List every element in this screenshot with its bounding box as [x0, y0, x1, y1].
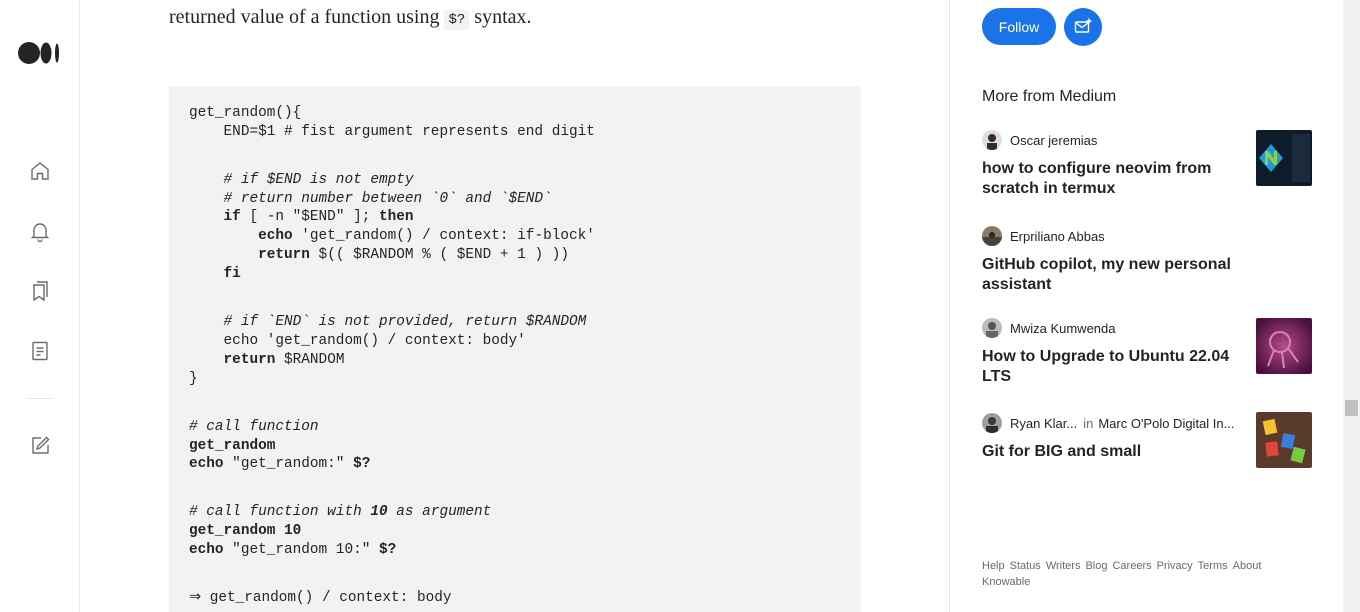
code-line: # call function	[189, 419, 319, 435]
publication-name[interactable]: Marc O'Polo Digital In...	[1098, 416, 1234, 431]
keyword: if	[223, 209, 241, 225]
code-line: get_random 10	[189, 523, 302, 539]
article-paragraph: returned value of a function using $? sy…	[169, 6, 532, 30]
code-line: # call function with 10 as argument	[189, 503, 491, 522]
keyword: echo	[189, 542, 224, 558]
author-row: Erpriliano Abbas	[982, 226, 1312, 246]
keyword: fi	[223, 266, 241, 282]
code-line: # if `END` is not provided, return $RAND…	[189, 314, 587, 330]
comment: # call function with	[189, 504, 371, 520]
footer-links: Help Status Writers Blog Careers Privacy Terms…	[982, 558, 1292, 590]
subscribe-mail-icon	[1074, 18, 1092, 33]
code-block: get_random(){ END=$1 # fist argument rep…	[169, 86, 861, 612]
bookmarks-icon[interactable]	[28, 279, 52, 303]
footer-link-status[interactable]: Status	[1010, 560, 1041, 572]
footer-link-help[interactable]: Help	[982, 560, 1005, 572]
author-name[interactable]: Oscar jeremias	[1010, 133, 1097, 148]
author-name[interactable]: Erpriliano Abbas	[1010, 229, 1105, 244]
in-label: in	[1083, 415, 1094, 431]
comment: as argument	[387, 504, 492, 520]
code-text: "get_random:"	[223, 456, 354, 472]
story-thumbnail[interactable]	[1256, 412, 1312, 468]
code-line: }	[189, 371, 198, 387]
avatar	[982, 130, 1002, 150]
story-thumbnail[interactable]	[1256, 130, 1312, 186]
follow-button[interactable]: Follow	[982, 8, 1056, 45]
stories-icon[interactable]	[28, 339, 52, 363]
code-line: echo 'get_random() / context: if-block'	[189, 227, 595, 246]
code-text: $RANDOM	[275, 352, 345, 368]
left-nav-rail	[0, 0, 80, 612]
code-line: ⇒ get_random() / context: body	[189, 590, 452, 606]
keyword: then	[379, 209, 414, 225]
footer-link-terms[interactable]: Terms	[1198, 560, 1228, 572]
keyword: return	[223, 352, 276, 368]
more-from-medium-heading: More from Medium	[982, 88, 1117, 105]
story-card[interactable]: Mwiza Kumwenda How to Upgrade to Ubuntu …	[982, 318, 1312, 387]
home-icon[interactable]	[28, 159, 52, 183]
code-line: END=$1 # fist argument represents end di…	[189, 124, 595, 140]
avatar	[982, 318, 1002, 338]
footer-link-privacy[interactable]: Privacy	[1157, 560, 1193, 572]
scrollbar-thumb[interactable]	[1345, 400, 1358, 416]
inline-code: $?	[444, 10, 470, 30]
code-text: "get_random 10:"	[223, 542, 379, 558]
story-thumbnail[interactable]	[1256, 318, 1312, 374]
author-name[interactable]: Ryan Klar...	[1010, 416, 1077, 431]
keyword: echo	[258, 228, 293, 244]
keyword: return	[258, 247, 310, 263]
bell-icon[interactable]	[28, 219, 52, 243]
code-line: echo "get_random 10:" $?	[189, 541, 396, 560]
code-line: return $(( $RANDOM % ( $END + 1 ) ))	[189, 246, 569, 265]
code-line: return $RANDOM	[189, 351, 345, 370]
subscribe-button[interactable]	[1064, 8, 1102, 46]
code-text: [ -n "$END" ];	[240, 209, 380, 225]
footer-link-blog[interactable]: Blog	[1085, 560, 1107, 572]
page-scrollbar[interactable]	[1343, 0, 1360, 612]
story-title[interactable]: Git for BIG and small	[982, 442, 1232, 462]
code-text: 'get_random() / context: if-block'	[292, 228, 595, 244]
keyword: $?	[379, 542, 397, 558]
story-title[interactable]: how to configure neovim from scratch in …	[982, 159, 1232, 199]
footer-link-knowable[interactable]: Knowable	[982, 576, 1030, 588]
story-card[interactable]: Oscar jeremias how to configure neovim f…	[982, 130, 1312, 199]
paragraph-text: syntax.	[469, 6, 532, 28]
footer-link-careers[interactable]: Careers	[1112, 560, 1151, 572]
code-line: # if $END is not empty	[189, 172, 414, 188]
story-card[interactable]: Ryan Klar... in Marc O'Polo Digital In..…	[982, 412, 1312, 468]
keyword: $?	[353, 456, 371, 472]
footer-link-writers[interactable]: Writers	[1046, 560, 1081, 572]
code-line: echo "get_random:" $?	[189, 455, 370, 474]
code-text: $(( $RANDOM % ( $END + 1 ) ))	[309, 247, 569, 263]
comment-number: 10	[370, 504, 388, 520]
story-title[interactable]: How to Upgrade to Ubuntu 22.04 LTS	[982, 347, 1232, 387]
code-line: get_random	[189, 438, 276, 454]
code-line: # return number between `0` and `$END`	[189, 191, 552, 207]
code-line: fi	[189, 265, 241, 284]
paragraph-text: returned value of a function using	[169, 6, 445, 28]
avatar	[982, 226, 1002, 246]
keyword: echo	[189, 456, 224, 472]
story-title[interactable]: GitHub copilot, my new personal assistan…	[982, 255, 1232, 295]
rail-divider	[28, 398, 52, 399]
story-card[interactable]: Erpriliano Abbas GitHub copilot, my new …	[982, 226, 1312, 295]
footer-link-about[interactable]: About	[1233, 560, 1262, 572]
code-line: if [ -n "$END" ]; then	[189, 208, 414, 227]
medium-logo[interactable]	[18, 40, 62, 66]
write-icon[interactable]	[28, 434, 52, 458]
avatar	[982, 413, 1002, 433]
code-line: echo 'get_random() / context: body'	[189, 333, 526, 349]
author-name[interactable]: Mwiza Kumwenda	[1010, 321, 1116, 336]
code-line: get_random(){	[189, 105, 302, 121]
